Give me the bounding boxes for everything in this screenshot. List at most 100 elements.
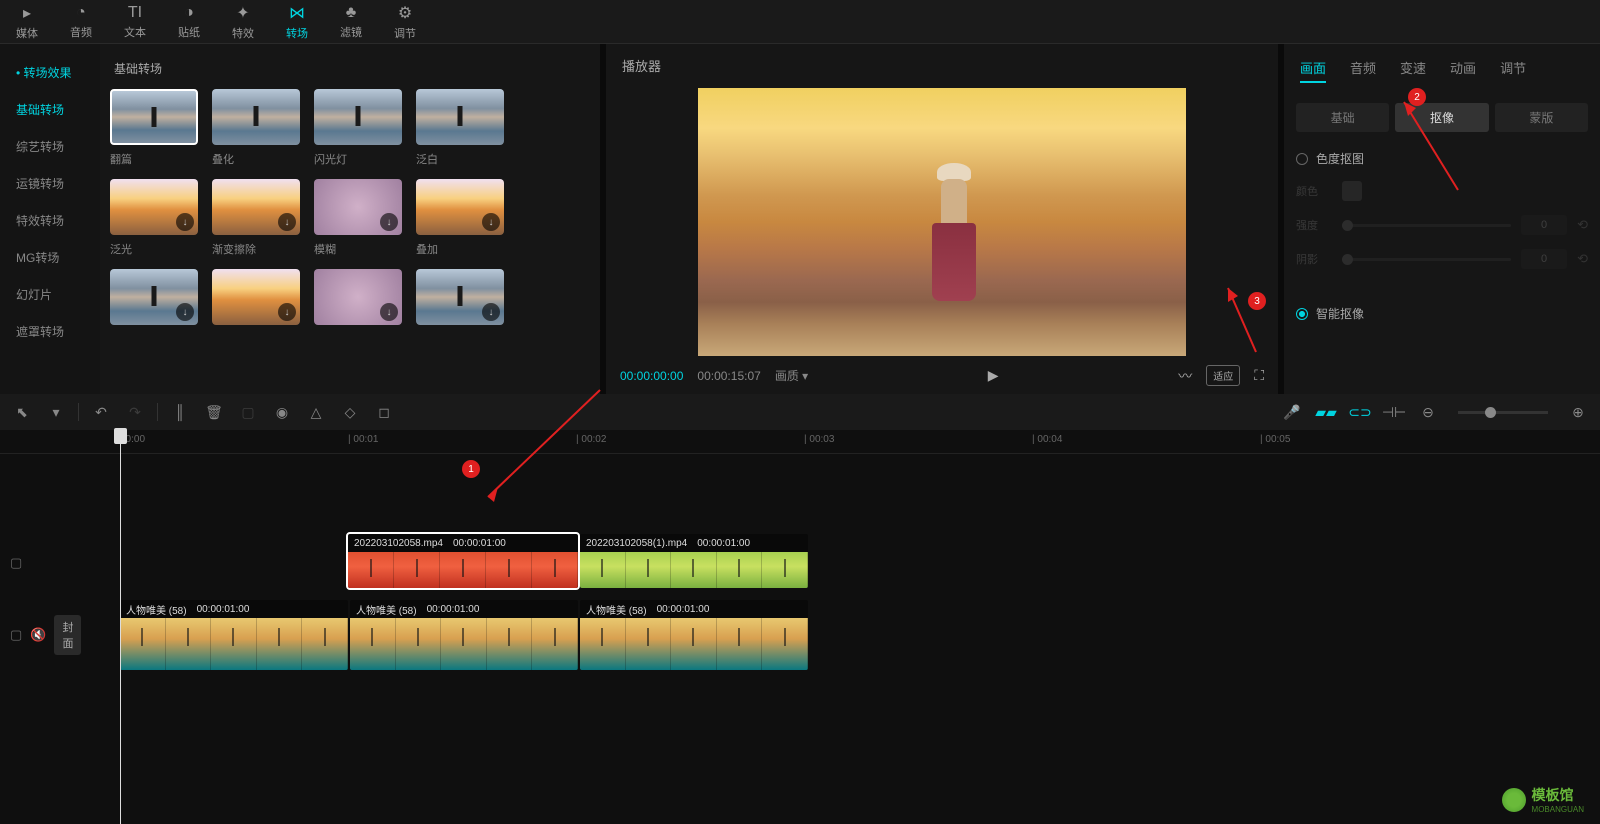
tool-rect[interactable]: ▢ xyxy=(236,400,260,424)
transition-item[interactable]: ↓ xyxy=(314,269,402,331)
transition-item[interactable]: ↓叠加 xyxy=(416,179,504,257)
transition-item[interactable]: ↓ xyxy=(212,269,300,331)
redo-button[interactable]: ↷ xyxy=(123,400,147,424)
top-tool-文本[interactable]: TI文本 xyxy=(108,0,162,43)
top-tool-调节[interactable]: ⚙调节 xyxy=(378,0,432,43)
sub-tab[interactable]: 基础 xyxy=(1296,103,1389,132)
play-button[interactable]: ▶ xyxy=(988,367,999,384)
top-tool-音频[interactable]: ◔音频 xyxy=(54,0,108,43)
timeline[interactable]: 00:00| 00:01| 00:02| 00:03| 00:04| 00:05… xyxy=(0,430,1600,824)
download-icon[interactable]: ↓ xyxy=(380,303,398,321)
chroma-radio[interactable] xyxy=(1296,153,1308,165)
transition-thumb[interactable]: ↓ xyxy=(212,269,300,325)
shadow-slider[interactable] xyxy=(1342,258,1511,261)
download-icon[interactable]: ↓ xyxy=(278,303,296,321)
clip-main-1[interactable]: 人物唯美 (58) 00:00:01:00 xyxy=(120,600,348,670)
transition-item[interactable]: ↓ xyxy=(416,269,504,331)
download-icon[interactable]: ↓ xyxy=(176,213,194,231)
playhead[interactable] xyxy=(120,430,121,824)
waveform-icon[interactable]: 〰 xyxy=(1178,366,1192,386)
reset-icon[interactable]: ⟲ xyxy=(1577,251,1588,267)
sidebar-item[interactable]: 基础转场 xyxy=(0,91,100,128)
download-icon[interactable]: ↓ xyxy=(482,303,500,321)
transition-item[interactable]: ↓模糊 xyxy=(314,179,402,257)
transition-item[interactable]: ↓泛光 xyxy=(110,179,198,257)
transition-thumb[interactable] xyxy=(212,89,300,145)
right-tab[interactable]: 变速 xyxy=(1400,58,1426,83)
transition-thumb[interactable]: ↓ xyxy=(416,269,504,325)
transition-item[interactable]: ↓ xyxy=(110,269,198,331)
transition-item[interactable]: ↓渐变擦除 xyxy=(212,179,300,257)
sidebar-item[interactable]: 幻灯片 xyxy=(0,276,100,313)
smart-cutout-row[interactable]: 智能抠像 xyxy=(1296,305,1588,322)
zoom-slider[interactable] xyxy=(1458,411,1548,414)
download-icon[interactable]: ↓ xyxy=(278,213,296,231)
transition-item[interactable]: 闪光灯 xyxy=(314,89,402,167)
clip-main-3[interactable]: 人物唯美 (58) 00:00:01:00 xyxy=(580,600,808,670)
transition-item[interactable]: 叠化 xyxy=(212,89,300,167)
magnet-button[interactable]: ▰▰ xyxy=(1314,400,1338,424)
sidebar-item[interactable]: MG转场 xyxy=(0,239,100,276)
transition-thumb[interactable]: ↓ xyxy=(314,179,402,235)
clip-video-2[interactable]: 202203102058(1).mp4 00:00:01:00 xyxy=(580,534,808,588)
sub-tab[interactable]: 蒙版 xyxy=(1495,103,1588,132)
quality-selector[interactable]: 画质 ▾ xyxy=(775,367,808,384)
shadow-value[interactable]: 0 xyxy=(1521,249,1567,269)
clip-video-1[interactable]: 202203102058.mp4 00:00:01:00 xyxy=(348,534,578,588)
download-icon[interactable]: ↓ xyxy=(482,213,500,231)
transition-thumb[interactable]: ↓ xyxy=(416,179,504,235)
download-icon[interactable]: ↓ xyxy=(176,303,194,321)
fit-button[interactable]: 适应 xyxy=(1206,365,1240,386)
right-tab[interactable]: 调节 xyxy=(1500,58,1526,83)
transition-thumb[interactable] xyxy=(314,89,402,145)
tool-record[interactable]: ◉ xyxy=(270,400,294,424)
video-preview[interactable] xyxy=(698,88,1186,356)
link-button[interactable]: ⊂⊃ xyxy=(1348,400,1372,424)
reset-icon[interactable]: ⟲ xyxy=(1577,217,1588,233)
track-mute-icon[interactable]: 🔇 xyxy=(30,627,46,643)
zoom-out-button[interactable]: ⊖ xyxy=(1416,400,1440,424)
download-icon[interactable]: ↓ xyxy=(380,213,398,231)
top-tool-转场[interactable]: ⋈转场 xyxy=(270,0,324,43)
right-tab[interactable]: 音频 xyxy=(1350,58,1376,83)
top-tool-滤镜[interactable]: ♣滤镜 xyxy=(324,0,378,43)
track-visibility-icon[interactable]: ▢ xyxy=(10,555,22,571)
chroma-key-row[interactable]: 色度抠图 xyxy=(1296,150,1588,167)
transition-thumb[interactable]: ↓ xyxy=(314,269,402,325)
sidebar-item[interactable]: 遮罩转场 xyxy=(0,313,100,350)
fullscreen-icon[interactable]: ⛶ xyxy=(1254,367,1264,384)
sidebar-item[interactable]: 运镜转场 xyxy=(0,165,100,202)
transition-thumb[interactable] xyxy=(416,89,504,145)
intensity-value[interactable]: 0 xyxy=(1521,215,1567,235)
cover-button[interactable]: 封面 xyxy=(54,615,81,655)
right-tab[interactable]: 动画 xyxy=(1450,58,1476,83)
mic-button[interactable]: 🎤 xyxy=(1280,400,1304,424)
transition-item[interactable]: 泛白 xyxy=(416,89,504,167)
ruler[interactable]: 00:00| 00:01| 00:02| 00:03| 00:04| 00:05 xyxy=(0,430,1600,454)
undo-button[interactable]: ↶ xyxy=(89,400,113,424)
transition-thumb[interactable]: ↓ xyxy=(212,179,300,235)
delete-button[interactable]: 🗑 xyxy=(202,400,226,424)
select-dropdown[interactable]: ▾ xyxy=(44,400,68,424)
color-swatch[interactable] xyxy=(1342,181,1362,201)
transition-thumb[interactable]: ↓ xyxy=(110,269,198,325)
tool-mirror[interactable]: △ xyxy=(304,400,328,424)
select-tool[interactable]: ⬉ xyxy=(10,400,34,424)
zoom-in-button[interactable]: ⊕ xyxy=(1566,400,1590,424)
right-tab[interactable]: 画面 xyxy=(1300,58,1326,83)
tool-rotate[interactable]: ◇ xyxy=(338,400,362,424)
top-tool-贴纸[interactable]: ◑贴纸 xyxy=(162,0,216,43)
sidebar-item[interactable]: 特效转场 xyxy=(0,202,100,239)
transition-item[interactable]: 翻篇 xyxy=(110,89,198,167)
clip-main-2[interactable]: 人物唯美 (58) 00:00:01:00 xyxy=(350,600,578,670)
tool-crop[interactable]: ◻ xyxy=(372,400,396,424)
sub-tab[interactable]: 抠像 xyxy=(1395,103,1488,132)
intensity-slider[interactable] xyxy=(1342,224,1511,227)
align-button[interactable]: ⊣⊢ xyxy=(1382,400,1406,424)
top-tool-特效[interactable]: ✦特效 xyxy=(216,0,270,43)
top-tool-媒体[interactable]: ▸媒体 xyxy=(0,0,54,43)
transition-thumb[interactable] xyxy=(110,89,198,145)
transition-thumb[interactable]: ↓ xyxy=(110,179,198,235)
track-visibility-icon[interactable]: ▢ xyxy=(10,627,22,643)
smart-radio[interactable] xyxy=(1296,308,1308,320)
